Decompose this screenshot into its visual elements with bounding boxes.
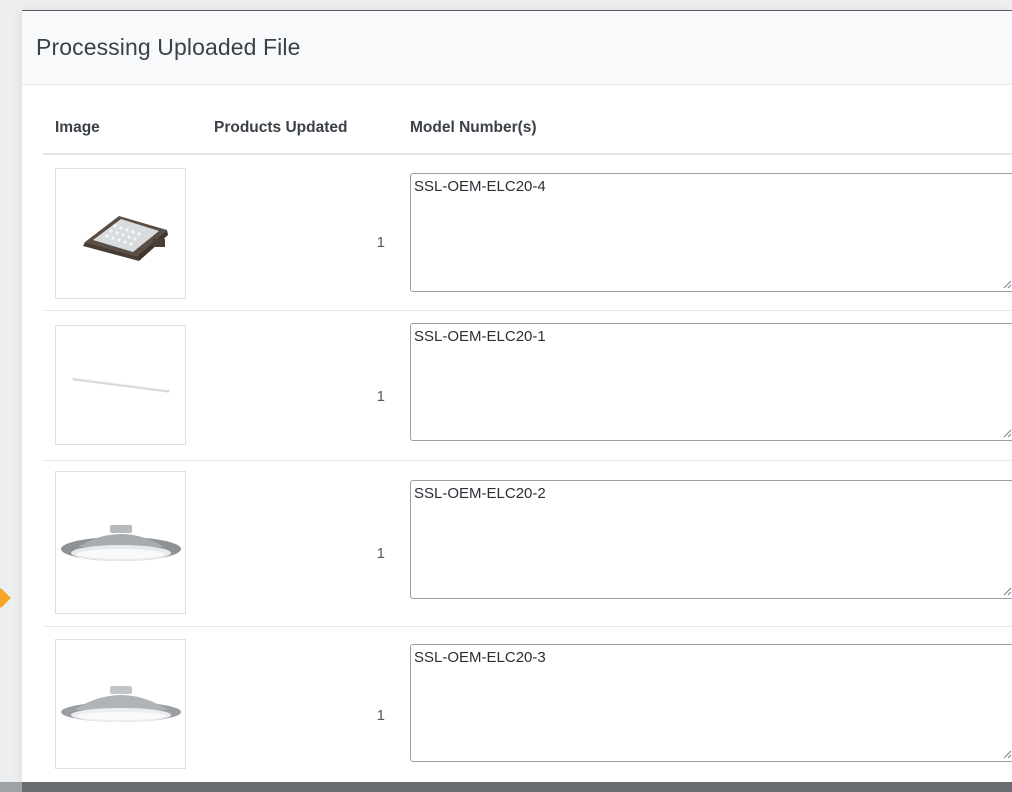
table-row: 1 SSL-OEM-ELC20-4 xyxy=(43,156,1012,311)
background-strip xyxy=(0,782,22,792)
resize-handle-icon[interactable] xyxy=(1002,586,1012,596)
products-updated-count: 1 xyxy=(376,234,385,251)
table-row: 1 SSL-OEM-ELC20-3 xyxy=(43,627,1012,782)
column-header-products-updated: Products Updated xyxy=(214,119,348,136)
product-image xyxy=(55,639,186,769)
results-table: Image Products Updated Model Number(s) 1… xyxy=(43,85,1012,769)
canopy-light-fixture-image xyxy=(60,524,181,561)
products-updated-count: 1 xyxy=(376,707,385,724)
products-updated-count: 1 xyxy=(376,545,385,562)
panel-title: Processing Uploaded File xyxy=(36,34,301,60)
background-strip xyxy=(22,782,1012,792)
table-row: 1 SSL-OEM-ELC20-1 xyxy=(43,311,1012,461)
resize-handle-icon[interactable] xyxy=(1002,428,1012,438)
resize-handle-icon[interactable] xyxy=(1002,279,1012,289)
model-number-textarea[interactable]: SSL-OEM-ELC20-3 xyxy=(410,644,1012,762)
column-header-model-numbers: Model Number(s) xyxy=(410,119,537,136)
product-image xyxy=(55,168,186,299)
model-number-textarea[interactable]: SSL-OEM-ELC20-4 xyxy=(410,173,1012,292)
panel-header: Processing Uploaded File xyxy=(22,11,1012,85)
column-header-image: Image xyxy=(55,119,100,136)
table-row: 1 SSL-OEM-ELC20-2 xyxy=(43,461,1012,627)
model-number-textarea[interactable]: SSL-OEM-ELC20-2 xyxy=(410,480,1012,599)
product-image xyxy=(55,471,186,614)
resize-handle-icon[interactable] xyxy=(1002,749,1012,759)
model-number-textarea[interactable]: SSL-OEM-ELC20-1 xyxy=(410,323,1012,441)
product-image xyxy=(55,325,186,445)
products-updated-count: 1 xyxy=(376,388,385,405)
area-light-fixture-image xyxy=(82,215,168,261)
processing-panel: Processing Uploaded File Image Products … xyxy=(22,10,1012,782)
table-header: Image Products Updated Model Number(s) xyxy=(43,85,1012,155)
pointer-marker xyxy=(0,588,11,608)
canopy-light-fixture-image xyxy=(60,686,181,722)
linear-tube-light-image xyxy=(72,377,169,393)
